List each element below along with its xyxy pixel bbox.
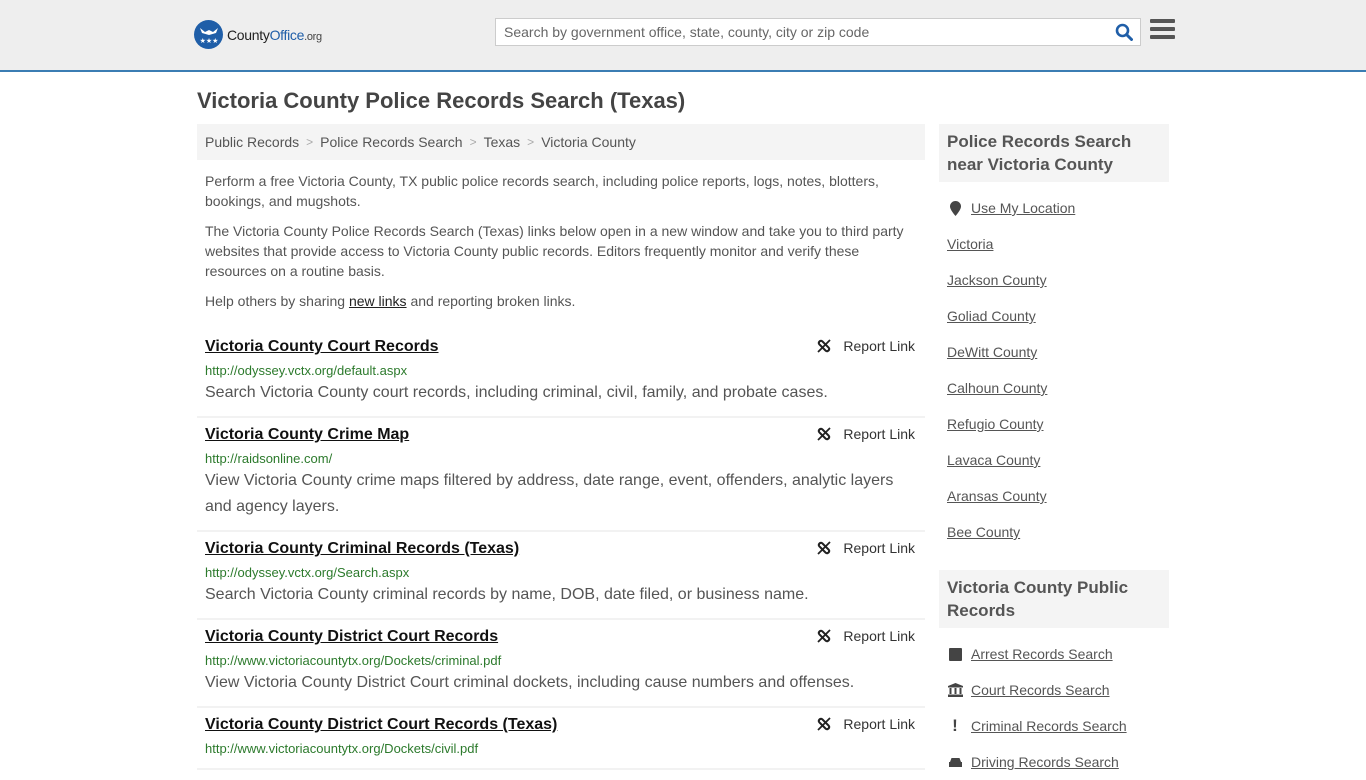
nearby-item: Goliad County [947,298,1161,334]
nearby-item: Lavaca County [947,442,1161,478]
nearby-link-jackson-county[interactable]: Jackson County [947,272,1047,288]
report-link-button[interactable]: Report Link [816,426,915,442]
report-link-button[interactable]: Report Link [816,628,915,644]
listing-url[interactable]: http://odyssey.vctx.org/Search.aspx [205,560,917,582]
sidebar: Police Records Search near Victoria Coun… [939,124,1169,780]
broken-link-icon [817,339,832,353]
listing-item: Victoria County Criminal Records (Texas)… [197,532,925,620]
nearby-item: Calhoun County [947,370,1161,406]
nearby-item: Aransas County [947,478,1161,514]
intro-paragraph-1: Perform a free Victoria County, TX publi… [205,173,879,209]
listing-description: View Victoria County District Court crim… [205,674,855,691]
arrest-records-search-link[interactable]: Arrest Records Search [971,646,1113,662]
nearby-list: Use My Location Victoria Jackson County … [939,190,1169,550]
site-header: ★★★ CountyOffice.org [0,0,1366,72]
breadcrumb-separator: > [527,135,535,149]
eagle-logo-icon: ★★★ [194,20,223,49]
broken-link-icon [817,629,832,643]
listing-item: Victoria County Crime Map http://raidson… [197,418,925,532]
breadcrumb-victoria-county[interactable]: Victoria County [541,134,636,150]
public-records-heading: Victoria County Public Records [939,570,1169,628]
nearby-item: Jackson County [947,262,1161,298]
intro-paragraph-3: Help others by sharing new links and rep… [205,293,576,309]
listing-title-link[interactable]: Victoria County Court Records [205,336,439,358]
new-links-link[interactable]: new links [349,293,407,309]
site-logo[interactable]: ★★★ CountyOffice.org [194,20,322,49]
exclamation-icon: ! [952,716,958,735]
svg-text:★★★: ★★★ [199,37,218,45]
search-button[interactable] [1108,19,1140,45]
public-records-item: Court Records Search [947,672,1161,708]
listing-item: Victoria County District Court Records (… [197,708,925,770]
breadcrumb-separator: > [306,135,314,149]
search-input[interactable] [496,19,1108,45]
listing-url[interactable]: http://raidsonline.com/ [205,446,917,468]
nearby-item: Refugio County [947,406,1161,442]
nearby-link-calhoun-county[interactable]: Calhoun County [947,380,1047,396]
listing-url[interactable]: http://www.victoriacountytx.org/Dockets/… [205,648,917,670]
logo-text: CountyOffice.org [227,26,322,43]
listing-title-link[interactable]: Victoria County Crime Map [205,424,409,446]
listing-title-link[interactable]: Victoria County District Court Records (… [205,714,557,736]
criminal-records-search-link[interactable]: Criminal Records Search [971,718,1127,734]
courthouse-icon [947,683,963,697]
page-title: Victoria County Police Records Search (T… [197,88,686,113]
main-content: Public Records > Police Records Search >… [197,124,925,770]
listing-title-link[interactable]: Victoria County District Court Records [205,626,498,648]
breadcrumb-separator: > [469,135,477,149]
listing-description: View Victoria County crime maps filtered… [205,472,894,515]
nearby-item: DeWitt County [947,334,1161,370]
public-records-item: ! Criminal Records Search [947,708,1161,744]
broken-link-icon [817,717,832,731]
listing-title-link[interactable]: Victoria County Criminal Records (Texas) [205,538,519,560]
report-link-button[interactable]: Report Link [816,540,915,556]
report-link-button[interactable]: Report Link [816,338,915,354]
court-records-search-link[interactable]: Court Records Search [971,682,1110,698]
nearby-link-victoria[interactable]: Victoria [947,236,993,252]
nearby-link-goliad-county[interactable]: Goliad County [947,308,1036,324]
nearby-link-aransas-county[interactable]: Aransas County [947,488,1047,504]
public-records-item: Arrest Records Search [947,636,1161,672]
listing-item: Victoria County District Court Records h… [197,620,925,708]
use-my-location-item: Use My Location [947,190,1161,226]
nearby-item: Bee County [947,514,1161,550]
breadcrumb-police-records-search[interactable]: Police Records Search [320,134,462,150]
car-icon [947,756,963,769]
search-icon [1115,23,1133,41]
breadcrumb-texas[interactable]: Texas [484,134,521,150]
intro-paragraph-2: The Victoria County Police Records Searc… [205,223,904,279]
nearby-link-lavaca-county[interactable]: Lavaca County [947,452,1040,468]
broken-link-icon [817,541,832,555]
intro-text: Perform a free Victoria County, TX publi… [197,171,925,311]
nearby-item: Victoria [947,226,1161,262]
listing-item: Victoria County Court Records http://ody… [197,330,925,418]
nearby-link-refugio-county[interactable]: Refugio County [947,416,1044,432]
breadcrumb-public-records[interactable]: Public Records [205,134,299,150]
listings: Victoria County Court Records http://ody… [197,330,925,770]
listing-url[interactable]: http://www.victoriacountytx.org/Dockets/… [205,736,917,758]
listing-description: Search Victoria County criminal records … [205,586,809,603]
nearby-link-bee-county[interactable]: Bee County [947,524,1020,540]
hamburger-menu-icon[interactable] [1150,19,1175,41]
breadcrumb: Public Records > Police Records Search >… [197,124,925,160]
use-my-location-link[interactable]: Use My Location [971,200,1075,216]
square-icon [947,647,963,661]
search-bar [495,18,1141,46]
public-records-list: Arrest Records Search Court Records Sear… [939,636,1169,780]
listing-description: Search Victoria County court records, in… [205,384,828,401]
nearby-link-dewitt-county[interactable]: DeWitt County [947,344,1037,360]
nearby-heading: Police Records Search near Victoria Coun… [939,124,1169,182]
listing-url[interactable]: http://odyssey.vctx.org/default.aspx [205,358,917,380]
map-marker-icon [947,200,963,216]
broken-link-icon [817,427,832,441]
public-records-item: Driving Records Search [947,744,1161,780]
report-link-button[interactable]: Report Link [816,716,915,732]
